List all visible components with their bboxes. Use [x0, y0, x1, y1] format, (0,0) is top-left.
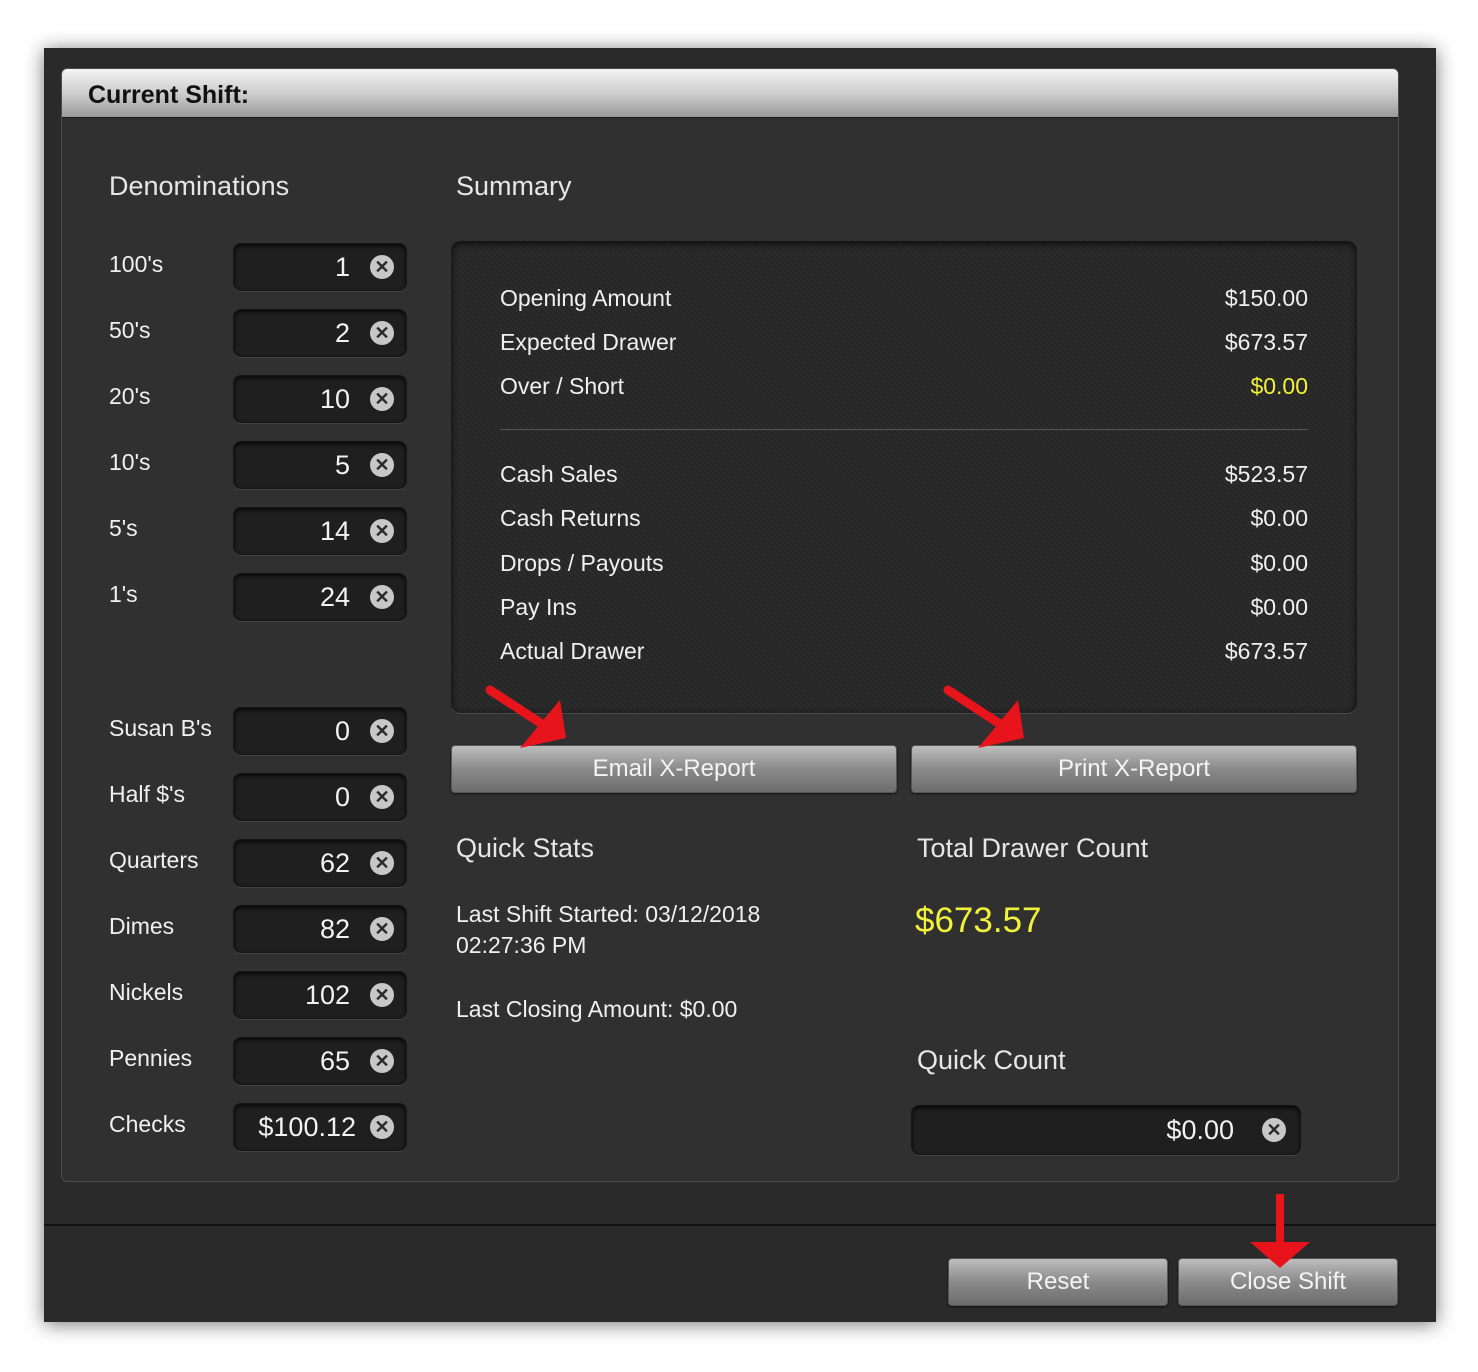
clear-icon[interactable]: ✕	[370, 1115, 394, 1139]
last-shift-started-text: Last Shift Started: 03/12/2018 02:27:36 …	[456, 901, 761, 958]
clear-icon[interactable]: ✕	[370, 1049, 394, 1073]
denom-input-checks[interactable]: $100.12 ✕	[233, 1103, 407, 1151]
current-shift-window: Current Shift: Denominations 100's 1 ✕ 5…	[44, 48, 1436, 1322]
clear-icon[interactable]: ✕	[1262, 1118, 1286, 1142]
denom-input-10s[interactable]: 5 ✕	[233, 441, 407, 489]
denom-label-100s: 100's	[109, 251, 164, 277]
denom-value: 24	[319, 582, 350, 612]
denom-value: 2	[334, 318, 350, 348]
summary-value-expected-drawer: $673.57	[1224, 329, 1308, 355]
clear-icon[interactable]: ✕	[370, 387, 394, 411]
summary-value-cash-returns: $0.00	[1250, 505, 1308, 531]
summary-label-pay-ins: Pay Ins	[500, 594, 577, 620]
denom-value: 102	[304, 980, 350, 1010]
denom-label-50s: 50's	[109, 317, 151, 343]
summary-label-cash-sales: Cash Sales	[500, 461, 618, 487]
denom-label-1s: 1's	[109, 581, 138, 607]
denom-label-susan-b: Susan B's	[109, 715, 212, 741]
panel-title: Current Shift:	[88, 81, 250, 109]
denom-label-10s: 10's	[109, 449, 151, 475]
quick-stats-heading: Quick Stats	[456, 833, 595, 863]
quick-count-value: $0.00	[1166, 1115, 1234, 1145]
red-arrow-icon	[485, 685, 566, 748]
denom-label-nickels: Nickels	[109, 979, 184, 1005]
denominations-heading: Denominations	[109, 171, 290, 201]
clear-icon[interactable]: ✕	[370, 321, 394, 345]
clear-icon[interactable]: ✕	[370, 453, 394, 477]
clear-icon[interactable]: ✕	[370, 585, 394, 609]
footer-separator	[44, 1224, 1436, 1226]
clear-icon[interactable]: ✕	[370, 255, 394, 279]
denom-label-half-dollars: Half $'s	[109, 781, 185, 807]
denom-value: 14	[319, 516, 350, 546]
summary-value-pay-ins: $0.00	[1250, 594, 1308, 620]
clear-icon[interactable]: ✕	[370, 917, 394, 941]
denom-value: 65	[319, 1046, 350, 1076]
clear-icon[interactable]: ✕	[370, 519, 394, 543]
denom-label-quarters: Quarters	[109, 847, 199, 873]
clear-icon[interactable]: ✕	[370, 851, 394, 875]
quick-count-input[interactable]: $0.00 ✕	[911, 1105, 1301, 1155]
reset-button[interactable]: Reset	[948, 1258, 1168, 1306]
denom-label-checks: Checks	[109, 1111, 186, 1137]
summary-label-drops-payouts: Drops / Payouts	[500, 550, 664, 576]
summary-label-opening-amount: Opening Amount	[500, 285, 672, 311]
denom-input-50s[interactable]: 2 ✕	[233, 309, 407, 357]
denom-label-dimes: Dimes	[109, 913, 175, 939]
summary-value-opening-amount: $150.00	[1224, 285, 1308, 311]
summary-value-drops-payouts: $0.00	[1250, 550, 1308, 576]
denom-input-half-dollars[interactable]: 0 ✕	[233, 773, 407, 821]
summary-label-actual-drawer: Actual Drawer	[500, 638, 645, 664]
last-closing-amount-text: Last Closing Amount: $0.00	[456, 996, 738, 1022]
summary-value-actual-drawer: $673.57	[1224, 638, 1308, 664]
total-drawer-count-value: $673.57	[915, 901, 1042, 940]
denom-value: 62	[319, 848, 350, 878]
summary-divider	[500, 429, 1308, 430]
summary-heading: Summary	[456, 171, 572, 201]
summary-label-over-short: Over / Short	[500, 373, 624, 399]
denom-value: $100.12	[258, 1112, 356, 1142]
red-arrow-icon	[943, 685, 1024, 748]
denom-value: 10	[319, 384, 350, 414]
denom-input-20s[interactable]: 10 ✕	[233, 375, 407, 423]
total-drawer-count-heading: Total Drawer Count	[917, 833, 1149, 863]
clear-icon[interactable]: ✕	[370, 983, 394, 1007]
current-shift-panel: Current Shift: Denominations 100's 1 ✕ 5…	[61, 68, 1399, 1182]
denom-input-5s[interactable]: 14 ✕	[233, 507, 407, 555]
summary-box: Opening Amount $150.00 Expected Drawer $…	[451, 241, 1357, 713]
denom-input-1s[interactable]: 24 ✕	[233, 573, 407, 621]
clear-icon[interactable]: ✕	[370, 719, 394, 743]
panel-header: Current Shift:	[62, 69, 1398, 118]
denom-value: 1	[334, 252, 350, 282]
denom-value: 82	[319, 914, 350, 944]
summary-label-cash-returns: Cash Returns	[500, 505, 641, 531]
denom-label-20s: 20's	[109, 383, 151, 409]
quick-count-heading: Quick Count	[917, 1045, 1066, 1075]
red-arrow-icon	[1250, 1194, 1310, 1268]
denom-label-pennies: Pennies	[109, 1045, 193, 1071]
denom-input-quarters[interactable]: 62 ✕	[233, 839, 407, 887]
summary-value-cash-sales: $523.57	[1224, 461, 1308, 487]
denom-input-pennies[interactable]: 65 ✕	[233, 1037, 407, 1085]
denom-value: 5	[334, 450, 350, 480]
denom-input-100s[interactable]: 1 ✕	[233, 243, 407, 291]
summary-value-over-short: $0.00	[1250, 373, 1308, 399]
denom-label-5s: 5's	[109, 515, 138, 541]
denom-input-nickels[interactable]: 102 ✕	[233, 971, 407, 1019]
denom-input-susan-b[interactable]: 0 ✕	[233, 707, 407, 755]
denom-input-dimes[interactable]: 82 ✕	[233, 905, 407, 953]
clear-icon[interactable]: ✕	[370, 785, 394, 809]
denom-value: 0	[334, 716, 350, 746]
denom-value: 0	[334, 782, 350, 812]
summary-label-expected-drawer: Expected Drawer	[500, 329, 677, 355]
